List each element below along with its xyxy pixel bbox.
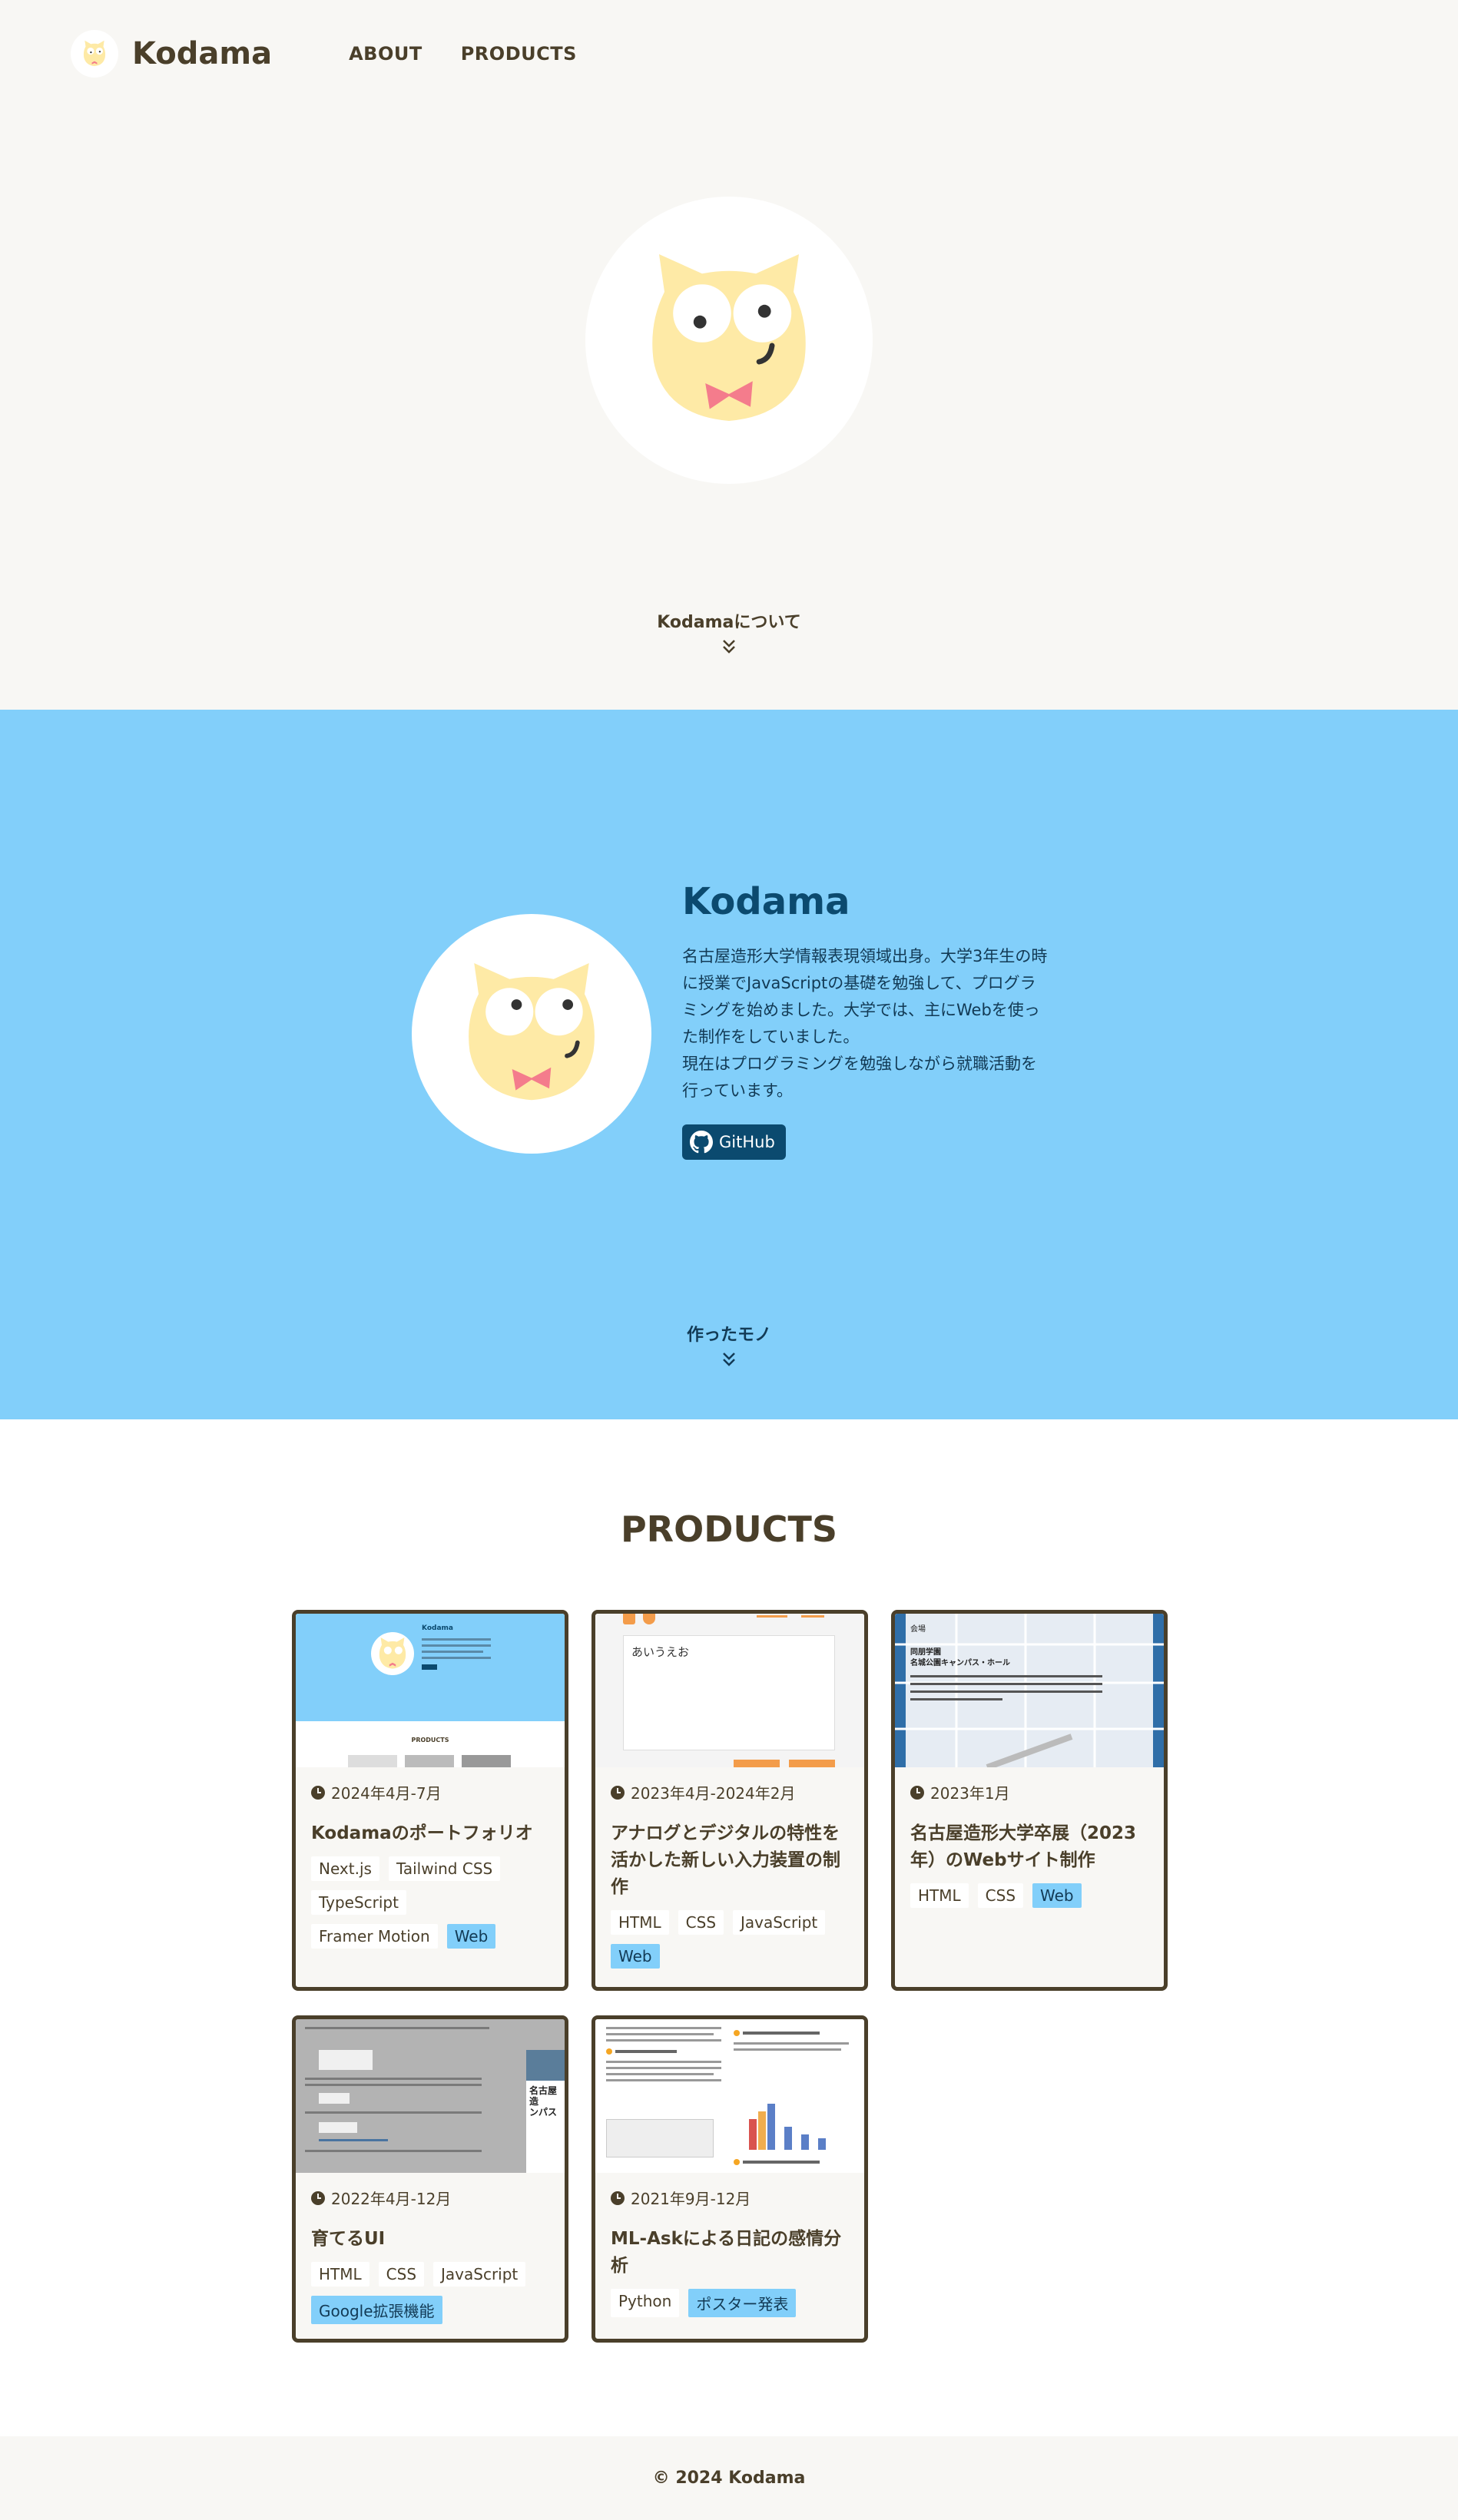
product-card-sodateru-ui[interactable]: 名古屋造 ンパス 2022年4月-12月 育てるUI HTML CSS Java… [292,2015,568,2343]
tag: Framer Motion [311,1924,438,1949]
copyright: © 2024 Kodama [652,2469,806,2488]
product-title: ML-Askによる日記の感情分析 [611,2229,842,2276]
clock-icon [611,2191,625,2205]
product-thumbnail: Kodama PRODUCTS [296,1614,565,1767]
product-card-ml-ask[interactable]: 2021年9月-12月 ML-Askによる日記の感情分析 Python ポスター… [591,2015,868,2343]
scroll-to-about-label: Kodamaについて [657,613,801,632]
about-avatar [412,914,651,1154]
tag: CSS [678,1910,724,1935]
tag: JavaScript [433,2262,526,2287]
products-title: PRODUCTS [620,1508,838,1550]
owl-mascot-icon [469,963,595,1101]
tag: Next.js [311,1856,379,1881]
product-title: Kodamaのポートフォリオ [311,1823,533,1843]
double-chevron-down-icon [723,1353,735,1366]
tag-highlight: Google拡張機能 [311,2296,442,2324]
product-card-portfolio[interactable]: Kodama PRODUCTS 2024年4月-7月 Kodamaのポートフォリ… [292,1610,568,1991]
product-title: 育てるUI [311,2229,386,2249]
thumb-text: ンパス [529,2107,558,2118]
product-title: 名古屋造形大学卒展（2023年）のWebサイト制作 [910,1823,1137,1870]
tag: HTML [910,1883,969,1908]
scroll-to-about[interactable]: Kodamaについて [0,608,1458,656]
product-date: 2023年1月 [910,1781,1148,1803]
product-date: 2022年4月-12月 [311,2187,549,2209]
tag: Tailwind CSS [388,1856,501,1881]
clock-icon [311,2191,325,2205]
thumb-text: PRODUCTS [411,1737,449,1743]
tag: JavaScript [733,1910,826,1935]
tag-highlight: Web [446,1924,496,1949]
tag: HTML [611,1910,669,1935]
tag-highlight: Web [611,1944,660,1969]
product-thumbnail: あいうえお [595,1614,864,1767]
clock-icon [311,1785,325,1800]
product-title: アナログとデジタルの特性を活かした新しい入力装置の制作 [611,1823,840,1897]
tag-highlight: ポスター発表 [688,2289,797,2317]
nav-about[interactable]: ABOUT [349,43,422,65]
tag: CSS [977,1883,1024,1908]
site-header: Kodama ABOUT PRODUCTS [0,0,1458,108]
product-tags: Next.js Tailwind CSS TypeScript Framer M… [311,1856,549,1958]
about-text: Kodama 名古屋造形大学情報表現領域出身。大学3年生の時に授業でJavaSc… [682,880,1051,1160]
product-thumbnail: 名古屋造 ンパス [296,2019,565,2173]
github-label: GitHub [719,1133,775,1151]
scroll-to-products[interactable]: 作ったモノ [0,1321,1458,1369]
site-footer: © 2024 Kodama [0,2436,1458,2520]
product-date: 2023年4月-2024年2月 [611,1781,849,1803]
product-date: 2021年9月-12月 [611,2187,849,2209]
product-tags: HTML CSS JavaScript Google拡張機能 [311,2262,549,2333]
main-nav: ABOUT PRODUCTS [349,43,615,65]
tag: Python [611,2289,680,2317]
thumb-text: 会場 [910,1625,926,1634]
tag: CSS [378,2262,425,2287]
bar-chart-thumbnail [749,2104,826,2150]
tag-highlight: Web [1032,1883,1082,1908]
products-section: PRODUCTS Kodama PRODUCTS 2024年4月-7月 Koda… [0,1419,1458,2436]
thumb-text: 名城公園キャンパス・ホール [910,1659,1010,1667]
clock-icon [611,1785,625,1800]
product-card-sotsuten[interactable]: 会場 同朋学園 名城公園キャンパス・ホール 2023年1月 名古屋造形大学卒展（… [891,1610,1168,1991]
clock-icon [910,1785,924,1800]
about-bio: 名古屋造形大学情報表現領域出身。大学3年生の時に授業でJavaScriptの基礎… [682,947,1048,1100]
thumb-text: 同朋学園 [910,1648,941,1657]
scroll-to-products-label: 作ったモノ [686,1326,771,1345]
logo-link[interactable]: Kodama [71,30,272,78]
product-date: 2024年4月-7月 [311,1781,549,1803]
logo-text: Kodama [132,36,273,71]
owl-mascot-icon [652,254,806,421]
thumb-text: 名古屋造 [529,2085,558,2107]
product-tags: HTML CSS Web [910,1883,1148,1917]
tag: TypeScript [311,1890,406,1915]
product-tags: HTML CSS JavaScript Web [611,1910,849,1978]
thumb-text: あいうえお [631,1645,690,1659]
about-name: Kodama [682,880,850,923]
logo-icon [71,30,118,78]
hero-avatar [585,197,873,484]
product-thumbnail [595,2019,864,2173]
nav-products[interactable]: PRODUCTS [461,43,577,65]
product-thumbnail: 会場 同朋学園 名城公園キャンパス・ホール [895,1614,1164,1767]
github-icon [690,1131,713,1154]
about-section: Kodama 名古屋造形大学情報表現領域出身。大学3年生の時に授業でJavaSc… [0,710,1458,1419]
product-card-input-device[interactable]: あいうえお 2023年4月-2024年2月 アナログとデジタルの特性を活かした新… [591,1610,868,1991]
product-tags: Python ポスター発表 [611,2289,849,2326]
double-chevron-down-icon [723,640,735,654]
github-button[interactable]: GitHub [682,1124,786,1160]
hero-section: Kodamaについて [0,108,1458,710]
thumb-text: Kodama [422,1624,453,1632]
tag: HTML [311,2262,369,2287]
